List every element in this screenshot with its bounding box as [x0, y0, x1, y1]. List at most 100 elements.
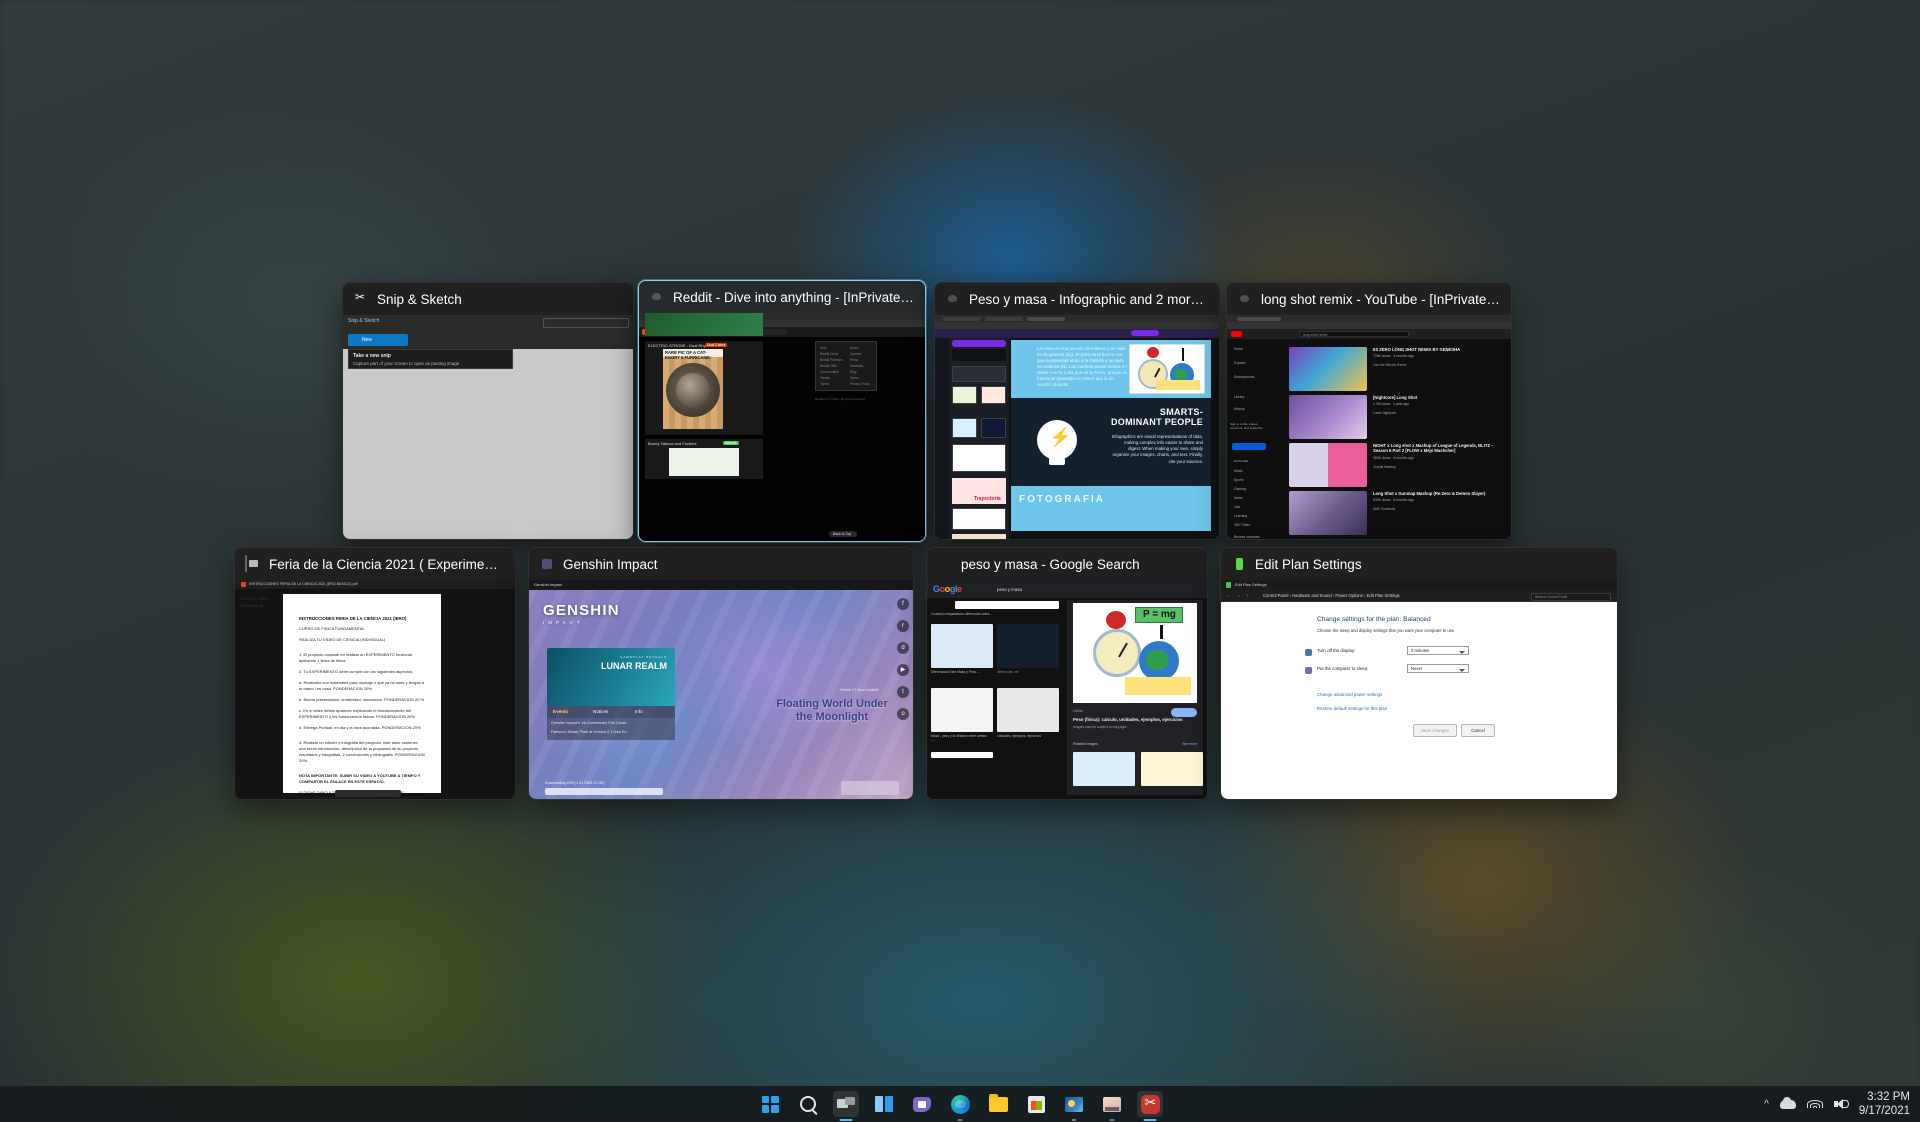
- sidebar-item-explore[interactable]: Explore: [1234, 361, 1246, 365]
- visit-button[interactable]: [1171, 708, 1197, 717]
- sleep-timeout-select[interactable]: Never: [1407, 664, 1469, 673]
- explore-item[interactable]: Learning: [1234, 514, 1247, 518]
- wifi-icon[interactable]: [1807, 1098, 1823, 1110]
- canva-thumb-desplazamiento[interactable]: Desplazamiento: [952, 534, 1006, 539]
- canva-share-button[interactable]: [1131, 330, 1159, 336]
- footer-link[interactable]: Communities: [820, 370, 839, 374]
- image-result[interactable]: [997, 688, 1059, 732]
- image-result[interactable]: [931, 624, 993, 668]
- cancel-button[interactable]: Cancel: [1461, 724, 1495, 737]
- footer-link[interactable]: Blog: [850, 370, 856, 374]
- youtube-search-input[interactable]: long shot remix: [1299, 331, 1409, 337]
- instagram-icon[interactable]: o: [897, 708, 909, 720]
- image-result[interactable]: [931, 688, 993, 732]
- browser-tab[interactable]: [943, 317, 981, 321]
- explore-item[interactable]: Music: [1234, 469, 1243, 473]
- sidebar-item-home[interactable]: Home: [1234, 347, 1243, 351]
- explore-item[interactable]: Gaming: [1234, 487, 1246, 491]
- reddit-post-card-2[interactable]: Bunny Yakuza and Fuckers Artwork: [645, 439, 763, 479]
- window-card-infographic[interactable]: Peso y masa - Infographic and 2 more pag…: [934, 282, 1220, 540]
- explore-item[interactable]: Live: [1234, 505, 1240, 509]
- sidebar-item-library[interactable]: Library: [1234, 395, 1244, 399]
- image-result[interactable]: [997, 624, 1059, 668]
- canva-left-rail[interactable]: [935, 338, 949, 539]
- tab-info[interactable]: Info: [635, 709, 643, 714]
- window-card-power-options[interactable]: Edit Plan Settings Edit Plan Settings ←→…: [1220, 547, 1618, 800]
- youtube-icon[interactable]: ▶: [897, 664, 909, 676]
- footer-link[interactable]: Help: [820, 346, 827, 350]
- browser-tab[interactable]: [1237, 317, 1281, 321]
- back-to-top-button[interactable]: Back to Top: [829, 531, 857, 537]
- footer-link[interactable]: Terms: [850, 376, 859, 380]
- canva-thumb[interactable]: [952, 366, 1006, 382]
- footer-link[interactable]: Reddit Gifts: [820, 364, 837, 368]
- tab-events[interactable]: Events: [553, 709, 568, 714]
- sign-in-button[interactable]: [1232, 443, 1266, 450]
- canva-thumb[interactable]: [981, 386, 1006, 404]
- canva-thumb-trayectoria[interactable]: Trayectoria: [952, 478, 1006, 504]
- volume-icon[interactable]: [1834, 1098, 1848, 1110]
- canva-thumb[interactable]: [952, 386, 977, 404]
- footer-link[interactable]: Reddit Coins: [820, 352, 838, 356]
- facebook-icon[interactable]: f: [897, 598, 909, 610]
- sidebar-item-subscriptions[interactable]: Subscriptions: [1234, 375, 1254, 379]
- taskbar-app-genshin[interactable]: [1099, 1091, 1125, 1117]
- footer-link[interactable]: Advertise: [850, 364, 863, 368]
- restore-defaults-link[interactable]: Restore default settings for this plan: [1317, 706, 1387, 711]
- tab-notices[interactable]: Notices: [593, 709, 608, 714]
- window-card-reddit[interactable]: Reddit - Dive into anything - [InPrivate…: [638, 280, 926, 542]
- window-card-genshin[interactable]: Genshin Impact Genshin Impact GENSHIN IM…: [528, 547, 914, 800]
- canva-thumb[interactable]: [952, 418, 977, 438]
- footer-link[interactable]: Careers: [850, 352, 861, 356]
- nav-buttons[interactable]: ←→↑: [1226, 593, 1254, 599]
- canva-design-canvas[interactable]: La masa es una porción de materia y se m…: [1011, 340, 1211, 531]
- see-more-link[interactable]: See more: [1182, 742, 1197, 746]
- taskbar-file-explorer-button[interactable]: [985, 1091, 1011, 1117]
- taskbar-start-button[interactable]: [757, 1091, 783, 1117]
- footer-link[interactable]: Topics: [820, 382, 829, 386]
- explore-item[interactable]: 360° Video: [1234, 523, 1251, 527]
- canva-upgrade-button[interactable]: [952, 340, 1006, 347]
- image-result[interactable]: [931, 752, 993, 758]
- window-card-feria[interactable]: Feria de la Ciencia 2021 ( Experimento) …: [234, 547, 516, 800]
- genshin-news-tabs[interactable]: Events Notices Info: [547, 706, 675, 718]
- canva-thumb[interactable]: [981, 418, 1006, 438]
- taskbar-chat-button[interactable]: [909, 1091, 935, 1117]
- footer-link[interactable]: Press: [850, 358, 858, 362]
- explore-item[interactable]: Sports: [1234, 478, 1244, 482]
- browser-tab[interactable]: [985, 317, 1023, 321]
- taskbar-widgets-button[interactable]: [871, 1091, 897, 1117]
- taskbar-app-snip[interactable]: [1137, 1091, 1163, 1117]
- clock[interactable]: 3:32 PM 9/17/2021: [1859, 1090, 1910, 1119]
- footer-link[interactable]: Reddit Premium: [820, 358, 843, 362]
- footer-link[interactable]: About: [850, 346, 858, 350]
- new-snip-button[interactable]: New: [348, 334, 408, 346]
- window-card-google[interactable]: peso y masa - Google Search Google peso …: [926, 547, 1208, 800]
- discord-icon[interactable]: d: [897, 642, 909, 654]
- reddit-promoted-post[interactable]: [645, 313, 763, 336]
- breadcrumb[interactable]: Control Panel › Hardware and Sound › Pow…: [1263, 593, 1400, 598]
- footer-link[interactable]: Privacy Policy: [850, 382, 870, 386]
- pdf-page-toolbar[interactable]: [335, 790, 401, 797]
- taskbar-app-canva[interactable]: [1061, 1091, 1087, 1117]
- canva-thumb[interactable]: [952, 508, 1006, 530]
- browser-tab[interactable]: [1027, 317, 1065, 321]
- show-hidden-icons-icon[interactable]: ^: [1764, 1099, 1769, 1110]
- sidebar-item-history[interactable]: History: [1234, 407, 1245, 411]
- canva-thumb[interactable]: [952, 444, 1006, 472]
- search-control-panel-input[interactable]: Search Control Panel: [1531, 593, 1611, 601]
- news-item[interactable]: Paimon's Sneak Peek at Version 2.1 New E…: [551, 730, 629, 734]
- save-changes-button[interactable]: Save changes: [1413, 724, 1457, 737]
- reddit-post-card[interactable]: ELECTRIC-STROBE - Dual Rhyme Dual Colors…: [645, 341, 763, 435]
- window-card-snip-sketch[interactable]: Snip & Sketch Snip & Sketch New Take a n…: [342, 282, 634, 540]
- window-card-youtube[interactable]: long shot remix - YouTube - [InPrivate] …: [1226, 282, 1512, 540]
- display-timeout-select[interactable]: 3 minutes: [1407, 646, 1469, 655]
- taskbar-task-view-button[interactable]: [833, 1091, 859, 1117]
- twitter-icon[interactable]: t: [897, 686, 909, 698]
- browse-channels-link[interactable]: Browse channels: [1234, 535, 1260, 539]
- reddit-icon[interactable]: r: [897, 620, 909, 632]
- search-query[interactable]: peso y masa: [997, 587, 1022, 592]
- news-item[interactable]: Genshin Impact's 1st Anniversary Fan Cre…: [551, 721, 629, 725]
- genshin-event-banner[interactable]: GAMEPLAY REVEALS LUNAR REALM: [547, 648, 675, 706]
- taskbar-store-button[interactable]: [1023, 1091, 1049, 1117]
